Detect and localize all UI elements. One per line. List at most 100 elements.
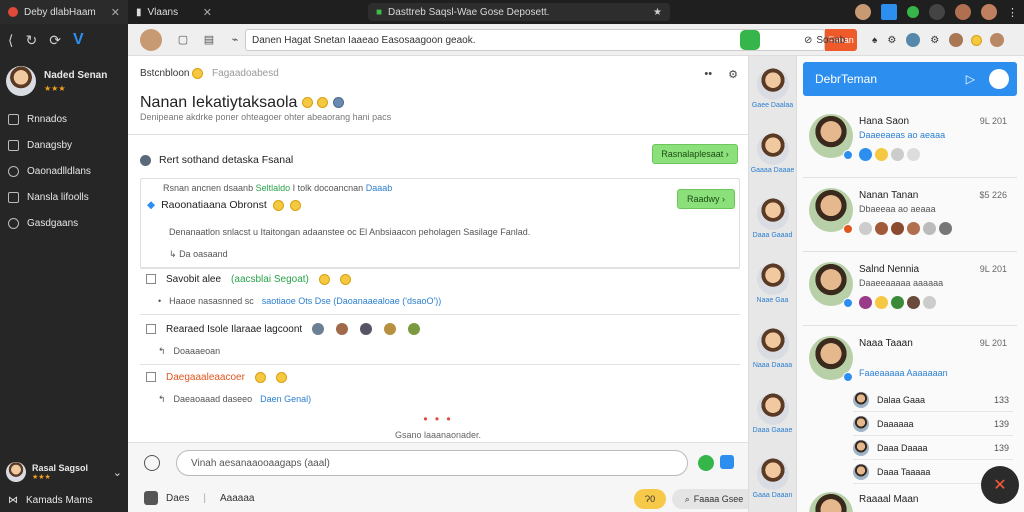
message-input[interactable]: Vinah aesanaaooaagaps (aaal) [176,450,688,476]
emoji-icon[interactable] [971,34,983,46]
task-row[interactable]: Savobit alee (aacsblai Segoat) [140,268,740,290]
search-input[interactable]: Danen Hagat Snetan Iaaeao Easosaagoon ge… [245,29,825,51]
avatar[interactable] [990,33,1005,47]
divider [140,364,740,365]
mini-contact[interactable]: Daaa Daaaa 139 [853,436,1013,460]
composer-tab[interactable]: Daes [166,493,189,504]
attach-icon[interactable] [720,455,734,469]
strip-person[interactable]: Daaa Gaaae [749,381,796,446]
thread-reply-link[interactable]: ↳ Da oasaand [169,249,228,260]
emoji-icon [301,97,313,109]
contact-item[interactable]: Salnd Nennia 9L 201 Daaeeaaaaa aaaaaa [803,254,1017,326]
chevron-down-icon[interactable]: ⌄ [113,466,122,479]
task-link[interactable]: Daen Genal) [260,394,311,404]
back-icon[interactable]: ⟨ [8,32,13,49]
strip-person[interactable]: Gaee Daalaa [749,56,796,121]
ready-button[interactable]: Raadwy › [677,189,735,209]
contact-name: Nanan Tanan [859,190,919,201]
tab-label: Vlaans [147,6,179,18]
refresh-icon[interactable]: ↻ [25,32,37,49]
mini-contact[interactable]: Daaaaaa 139 [853,412,1013,436]
reload-icon[interactable]: ⟳ [49,32,61,49]
format-icon[interactable] [144,491,158,505]
status-badge [843,224,853,234]
contact-item[interactable]: Hana Saon 9L 201 Daaeeaeas ao aeaaa [803,106,1017,178]
avatar [408,323,421,335]
account-switcher[interactable]: Rasal Sagsol ★★★ ⌄ [0,456,128,488]
pill-label: Faaaa Gsee [693,494,744,504]
divider [140,314,740,315]
task-checkbox[interactable] [146,274,156,284]
send-icon[interactable] [698,455,714,471]
search-pill[interactable]: ⌕ Faaaa Gsee [672,489,756,509]
avatar[interactable] [929,4,945,20]
browser-tab-2[interactable]: ▮ Vlaans ✕ [128,0,220,24]
star-icon[interactable]: ★ [653,7,662,18]
task-checkbox[interactable] [146,324,156,334]
sidebar-item-gasdgaans[interactable]: Gasdgaans [0,210,128,236]
contact-name: Salnd Nennia [859,264,920,275]
strip-person[interactable]: Gaaaa Daaae [749,121,796,186]
emoji-picker-icon[interactable] [144,455,160,471]
reply-icon: ↰ [158,345,166,356]
strip-person[interactable]: Daaa Gaaad [749,186,796,251]
avatar[interactable] [140,28,162,51]
mini-name: Daaaaaa [877,418,914,429]
link-icon[interactable]: ⌁ [226,33,244,46]
extension-icon[interactable] [881,4,897,20]
settings-icon[interactable]: ⚙ [887,35,896,46]
gear-icon[interactable]: ⚙ [930,35,939,46]
people-strip: Gaee Daalaa Gaaaa Daaae Daaa Gaaad Naae … [748,56,796,512]
bell-icon[interactable]: ♠ [872,35,877,46]
avatar[interactable] [981,4,997,20]
shield-icon[interactable] [907,6,919,18]
avatar[interactable] [855,4,871,20]
avatar [6,66,36,96]
avatar[interactable] [955,4,971,20]
chat-button[interactable]: ⊘ Sonab [804,30,845,50]
sidebar-nav-controls: ⟨ ↻ ⟳ V [0,24,128,56]
browser-tab-1[interactable]: Deby dlabHaam ✕ [0,0,128,24]
task-sub-text: Haaoe nasasnned sc [169,296,254,306]
task-row[interactable]: Rearaed Isole Ilaraae lagcoont [140,318,740,340]
strip-person[interactable]: Naae Gaa [749,251,796,316]
breadcrumb-item[interactable]: Bstcnbloon [140,68,189,79]
contacts-header[interactable]: DebrTeman ▷ [803,62,1017,96]
avatar[interactable] [906,33,921,47]
meta-link[interactable]: Daaab [366,183,393,193]
sidebar-item-rnnados[interactable]: Rnnados [0,106,128,132]
task-row[interactable]: Daegaaaleaacoer [140,366,740,388]
meta-tag[interactable]: Seltlaldo [256,183,291,193]
section-action-button[interactable]: Rasnalaplesaat › [652,144,738,164]
send-icon[interactable]: ▷ [966,72,975,86]
bookmark-icon[interactable]: ▤ [200,33,218,46]
load-more-link[interactable]: Gsano laaanaonader. [128,430,748,440]
strip-person[interactable]: Gaaa Daaan [749,446,796,511]
profile-card[interactable]: Naded Senan ★★★ [0,56,128,106]
contact-item[interactable]: Nanan Tanan $5 226 Dbaeeaa ao aeaaa [803,180,1017,252]
sidebar-item-danagsby[interactable]: Danagsby [0,132,128,158]
refresh-icon[interactable] [989,69,1009,89]
mini-contact[interactable]: Dalaa Gaaa 133 [853,388,1013,412]
more-icon[interactable]: •• [704,68,712,81]
composer-tab[interactable]: Aaaaaa [220,493,254,504]
settings-icon[interactable]: ⚙ [728,68,738,81]
emoji-icon [317,97,329,109]
sidebar-toggle-icon[interactable]: ▢ [174,33,192,46]
compose-fab[interactable]: ✕ [981,466,1019,504]
strip-person[interactable]: Naaa Daaaa [749,316,796,381]
address-bar[interactable]: ■ Dasttreb Saqsl-Wae Gose Deposett. ★ [368,3,670,21]
avatar [756,132,789,165]
sidebar-footer[interactable]: ⋈ Kamads Mams [0,488,128,512]
close-icon[interactable]: ✕ [111,6,120,19]
task-checkbox[interactable] [146,372,156,382]
close-icon[interactable]: ✕ [203,6,212,19]
avatar [891,222,904,235]
avatar[interactable] [949,33,964,47]
sidebar-item-nansla[interactable]: Nansla lifoolls [0,184,128,210]
task-link[interactable]: saotiaoe Ots Dse (Daoanaaealoae ('dsaoO'… [262,296,442,306]
menu-icon[interactable]: ⋮ [1007,6,1018,19]
count-pill[interactable]: Ɂ0 [634,489,666,509]
chat-green-icon[interactable] [740,30,760,50]
sidebar-item-oaonadlldlans[interactable]: Oaonadlldlans [0,158,128,184]
